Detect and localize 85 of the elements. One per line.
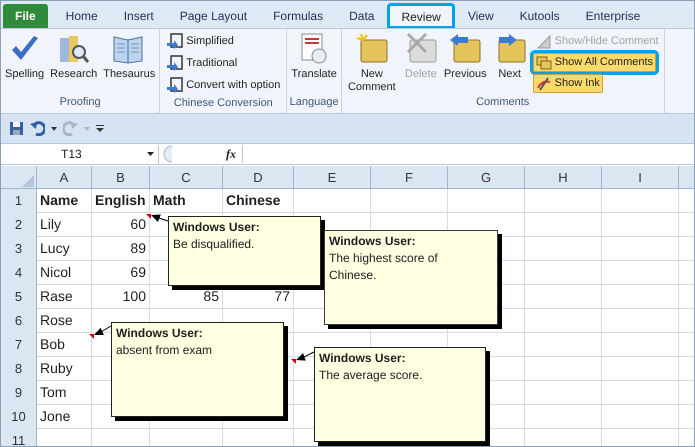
column-header[interactable]: C	[150, 166, 223, 189]
corner-triangle-icon[interactable]	[22, 175, 34, 187]
row-header[interactable]: 1	[1, 189, 37, 213]
table-cell: Nicol	[37, 261, 92, 284]
column-header[interactable]: G	[448, 166, 525, 189]
table-cell: 89	[92, 237, 150, 260]
column-header[interactable]: A	[37, 166, 92, 189]
ribbon-tab[interactable]: Data	[337, 4, 386, 28]
insert-function-button[interactable]: fx	[173, 145, 243, 163]
comment-indicator-arrow	[89, 326, 112, 339]
undo-icon[interactable]	[30, 121, 45, 136]
column-header[interactable]: B	[92, 166, 150, 189]
comment-indicator-arrow	[291, 352, 314, 364]
table-cell: Lily	[37, 213, 92, 236]
ribbon-tab[interactable]: Formulas	[261, 4, 336, 28]
ribbon-tab[interactable]: Home	[54, 4, 110, 28]
comment-text: Be disqualified.	[173, 236, 256, 253]
column-header[interactable]: F	[371, 166, 448, 189]
group-label: Proofing	[58, 94, 102, 110]
group-label: Language	[289, 94, 339, 110]
ribbon-tab[interactable]: File	[3, 4, 48, 28]
conversion-icon	[166, 55, 184, 72]
ribbon-button[interactable]: Traditional	[166, 54, 280, 73]
row-header[interactable]: 10	[1, 405, 37, 429]
ribbon-button[interactable]: Next	[490, 32, 529, 81]
name-box[interactable]: T13	[1, 144, 159, 164]
ribbon-tab[interactable]: Insert	[112, 4, 166, 28]
row-header[interactable]: 3	[1, 237, 37, 261]
ribbon-tab[interactable]: Kutools	[508, 4, 572, 28]
comment-author: Windows User:	[329, 233, 417, 250]
ribbon-tab[interactable]: Enterprise	[574, 4, 652, 28]
comment-author: Windows User:	[116, 325, 204, 342]
table-cell: Math	[150, 189, 223, 212]
comment-author: Windows User:	[319, 350, 407, 367]
table-cell: Tom	[37, 381, 92, 404]
pen-icon	[536, 76, 552, 92]
row-header[interactable]: 2	[1, 213, 37, 237]
toggle-button[interactable]: Show Ink	[532, 74, 603, 93]
table-cell: 69	[92, 261, 150, 284]
ribbon-button[interactable]: Simplified	[166, 32, 280, 51]
column-header[interactable]: D	[223, 166, 294, 189]
comment-text: The average score.	[319, 367, 424, 384]
table-cell: Rose	[37, 309, 92, 332]
row-header[interactable]: 6	[1, 309, 37, 333]
ribbon-button[interactable]: Thesaurus	[101, 32, 158, 81]
ribbon-button[interactable]: Translate	[289, 32, 339, 81]
table-cell: Name	[37, 189, 92, 212]
column-header[interactable]: I	[602, 166, 679, 189]
ribbon-button[interactable]: Convert with option	[166, 76, 280, 95]
conversion-icon	[166, 33, 184, 50]
comment-text: absent from exam	[116, 342, 214, 359]
conversion-icon	[166, 77, 184, 94]
row-header[interactable]: 8	[1, 357, 37, 381]
table-cell: English	[92, 189, 150, 212]
table-cell: Ruby	[37, 357, 92, 380]
table-cell: Jone	[37, 405, 92, 428]
table-cell: Rase	[37, 285, 92, 308]
save-icon[interactable]	[9, 121, 24, 136]
column-header[interactable]: H	[525, 166, 602, 189]
row-header[interactable]: 7	[1, 333, 37, 357]
column-header[interactable]: E	[294, 166, 371, 189]
group-label: Comments	[475, 95, 530, 110]
ribbon-tab[interactable]: Page Layout	[168, 4, 260, 28]
row-header[interactable]: 5	[1, 285, 37, 309]
comment-text: The highest score of Chinese.	[329, 250, 439, 284]
row-header[interactable]: 4	[1, 261, 37, 285]
comment-author: Windows User:	[173, 219, 261, 236]
ribbon-tab[interactable]: Review	[388, 4, 454, 28]
ribbon-button[interactable]: Previous	[442, 32, 489, 81]
table-cell: Lucy	[37, 237, 92, 260]
ribbon-button[interactable]: Research	[48, 32, 100, 81]
redo-icon[interactable]	[63, 121, 78, 136]
stacked-notes-icon	[536, 54, 552, 70]
group-label: Chinese Conversion	[172, 96, 274, 111]
caret-icon[interactable]	[51, 126, 57, 130]
table-cell: 100	[92, 285, 150, 308]
table-cell: Chinese	[223, 189, 294, 212]
customize-caret-icon[interactable]	[96, 125, 104, 132]
ribbon-tab[interactable]: View	[456, 4, 506, 28]
comment-indicator-arrow	[146, 214, 168, 222]
toggle-button[interactable]: Show All Comments	[532, 53, 656, 72]
row-header[interactable]: 9	[1, 381, 37, 405]
ribbon-button[interactable]: New Comment	[344, 32, 400, 94]
row-header[interactable]: 11	[1, 429, 37, 446]
ribbon-button[interactable]: Spelling	[3, 32, 46, 81]
